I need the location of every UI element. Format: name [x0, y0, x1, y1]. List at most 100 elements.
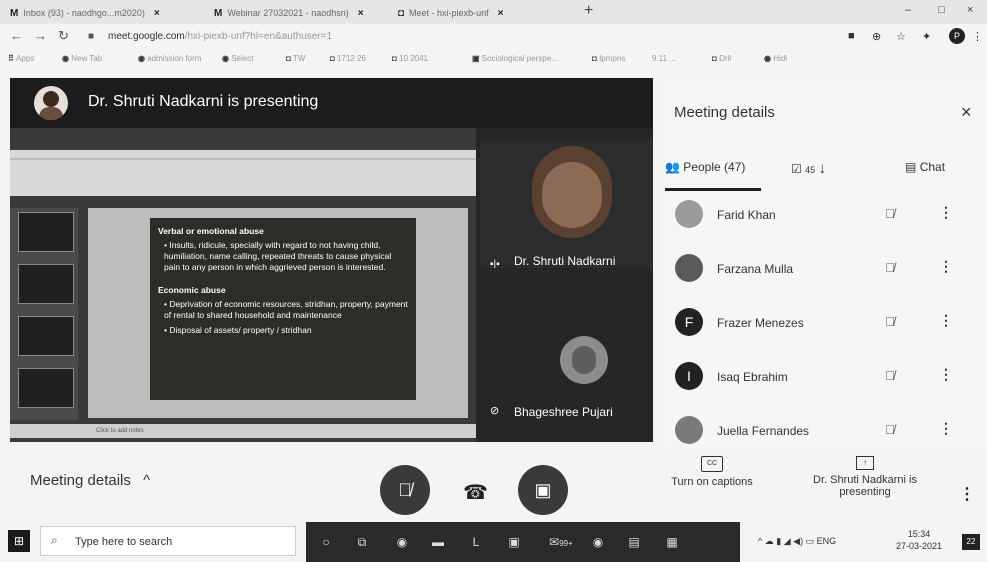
captions-label: Turn on captions — [671, 476, 753, 488]
presenting-button[interactable]: ↑ Dr. Shruti Nadkarni is presenting — [800, 456, 930, 498]
people-icon: 👥 — [665, 160, 680, 174]
close-window-button[interactable]: × — [967, 4, 973, 16]
bookmarks-bar: ⠿ Apps ◉ New Tab ◉ admission form ◉ Sele… — [0, 50, 987, 70]
tab-webinar[interactable]: M Webinar 27032021 - naodhsn) × — [214, 4, 392, 22]
maximize-button[interactable]: □ — [938, 4, 945, 16]
chrome-icon[interactable]: ◉ — [588, 532, 608, 552]
tab-tasks[interactable]: ☑ 45 ↓ — [791, 160, 826, 177]
notifications-button[interactable]: 22 — [962, 534, 980, 550]
presenting-label: Dr. Shruti Nadkarni is presenting — [813, 474, 917, 498]
shared-screen: Verbal or emotional abuse • Insults, rid… — [10, 128, 476, 442]
participant-row[interactable]: I Isaq Ebrahim 🎙̸ ⋮ — [671, 358, 981, 398]
bookmark[interactable]: ◉ New Tab — [62, 54, 102, 63]
presenter-banner: Dr. Shruti Nadkarni is presenting — [10, 78, 653, 128]
tab-meet[interactable]: ◘ Meet - hxi-piexb-unf × — [398, 4, 576, 22]
participant-row[interactable]: Juella Fernandes 🎙̸ ⋮ — [671, 412, 981, 452]
meeting-details-button[interactable]: Meeting details ^ — [30, 472, 150, 489]
close-tab-icon[interactable]: × — [358, 8, 364, 19]
chevron-up-icon[interactable]: ^ — [758, 536, 762, 546]
app-icon[interactable]: ▦ — [662, 532, 682, 552]
task-view-icon[interactable]: ⧉ — [352, 532, 372, 552]
minimize-button[interactable]: – — [905, 4, 911, 16]
bookmark[interactable]: ▣ Sociological perspe... — [472, 54, 558, 63]
participant-name: Juella Fernandes — [717, 424, 810, 438]
tab-people[interactable]: 👥 People (47) — [665, 160, 745, 174]
camera-icon[interactable]: ■ — [848, 30, 855, 42]
captions-icon: CC — [701, 456, 723, 472]
close-tab-icon[interactable]: × — [498, 8, 504, 19]
profile-avatar[interactable]: P — [949, 28, 965, 44]
bookmark[interactable]: ◉ Select — [222, 54, 253, 63]
star-icon[interactable]: ☆ — [896, 30, 906, 43]
edge-icon[interactable]: ◉ — [392, 532, 412, 552]
bookmark[interactable]: ◉ admission form — [138, 54, 201, 63]
cortana-icon[interactable]: ○ — [316, 532, 336, 552]
mic-off-icon: 🎙̸ — [885, 368, 895, 383]
back-icon[interactable]: ← — [10, 28, 23, 43]
windows-start-icon[interactable]: ⊞ — [8, 530, 30, 552]
captions-button[interactable]: CC Turn on captions — [652, 456, 772, 488]
participant-row[interactable]: Farid Khan 🎙̸ ⋮ — [671, 196, 981, 236]
meeting-details-panel: Meeting details × 👥 People (47) ☑ 45 ↓ ▤… — [659, 78, 987, 450]
tab-inbox[interactable]: M Inbox (93) - naodhgo...m2020) × — [10, 4, 188, 22]
participant-tile[interactable]: ▪|▪ Dr. Shruti Nadkarni — [480, 140, 653, 268]
store-icon[interactable]: ▣ — [504, 532, 524, 552]
bookmark[interactable]: ◘ TW — [286, 54, 305, 63]
active-tab-indicator — [665, 188, 761, 191]
reload-icon[interactable]: ↻ — [58, 28, 69, 44]
participant-name: Bhageshree Pujari — [514, 405, 613, 419]
more-options-icon[interactable]: ⋮ — [939, 312, 953, 329]
clock-time: 15:34 — [907, 529, 931, 539]
forward-icon[interactable]: → — [34, 28, 47, 43]
people-tab-label: People (47) — [683, 160, 746, 174]
bookmark[interactable]: ◉ Hidi — [764, 54, 787, 63]
menu-dots-icon[interactable]: ⋮ — [972, 30, 983, 43]
extensions-icon[interactable]: ✦ — [922, 30, 931, 43]
more-options-icon[interactable]: ⋮ — [939, 204, 953, 221]
participant-avatar — [675, 416, 703, 444]
zoom-icon[interactable]: ⊕ — [872, 30, 881, 43]
mic-toggle-button[interactable]: 🎙̸ — [380, 465, 430, 515]
bookmark[interactable]: 9.11 ... — [652, 54, 676, 63]
language-indicator[interactable]: ENG — [817, 536, 837, 546]
bookmark[interactable]: ◘ Ipmpns — [592, 54, 625, 63]
bookmark[interactable]: ◘ 1712 26 — [330, 54, 366, 63]
app-l-icon[interactable]: L — [466, 532, 486, 552]
search-icon: ⌕ — [51, 533, 58, 547]
participant-avatar — [675, 254, 703, 282]
close-tab-icon[interactable]: × — [154, 8, 160, 19]
present-icon: ↑ — [856, 456, 874, 470]
network-icon[interactable]: ◢ — [784, 536, 791, 546]
arrow-down-icon: ↓ — [818, 160, 826, 177]
app-icon[interactable]: ▤ — [624, 532, 644, 552]
cloud-icon[interactable]: ☁ — [765, 536, 774, 546]
bookmark[interactable]: ◘ Dril — [712, 54, 731, 63]
participant-row[interactable]: Farzana Mulla 🎙̸ ⋮ — [671, 250, 981, 290]
participant-row[interactable]: F Frazer Menezes 🎙̸ ⋮ — [671, 304, 981, 344]
more-options-icon[interactable]: ⋮ — [939, 366, 953, 383]
camera-toggle-button[interactable]: ▣ — [518, 465, 568, 515]
more-options-icon[interactable]: ⋮ — [959, 484, 975, 504]
new-tab-button[interactable]: + — [584, 2, 593, 20]
participant-tile[interactable]: ⊘ Bhageshree Pujari — [480, 324, 653, 442]
slide-thumbnail — [18, 368, 74, 408]
clock[interactable]: 15:34 27-03-2021 — [896, 528, 942, 552]
tab-chat[interactable]: ▤ Chat — [905, 160, 945, 174]
mic-off-icon: 🎙̸ — [885, 422, 895, 437]
volume-icon[interactable]: ◀) — [793, 536, 803, 546]
slide-thumbnails — [10, 208, 78, 420]
close-icon[interactable]: × — [961, 102, 972, 123]
taskbar-search[interactable]: ⌕ Type here to search — [40, 526, 296, 556]
file-explorer-icon[interactable]: ▬ — [428, 532, 448, 552]
bookmark[interactable]: ◘ 10 2041 — [392, 54, 428, 63]
browser-tab-bar: M Inbox (93) - naodhgo...m2020) × M Webi… — [0, 0, 987, 24]
hang-up-button[interactable]: ☎ — [463, 480, 488, 505]
keyboard-icon[interactable]: ▭ — [806, 536, 815, 546]
more-options-icon[interactable]: ⋮ — [939, 258, 953, 275]
mail-icon[interactable]: ✉99+ — [544, 532, 578, 552]
apps-bookmark[interactable]: ⠿ Apps — [8, 54, 34, 63]
taskbar-apps: ○ ⧉ ◉ ▬ L ▣ ✉99+ ◉ ▤ ▦ — [306, 522, 740, 562]
more-options-icon[interactable]: ⋮ — [939, 420, 953, 437]
url-field[interactable]: meet.google.com/hxi-piexb-unf?hl=en&auth… — [108, 31, 332, 42]
battery-icon[interactable]: ▮ — [776, 536, 781, 546]
